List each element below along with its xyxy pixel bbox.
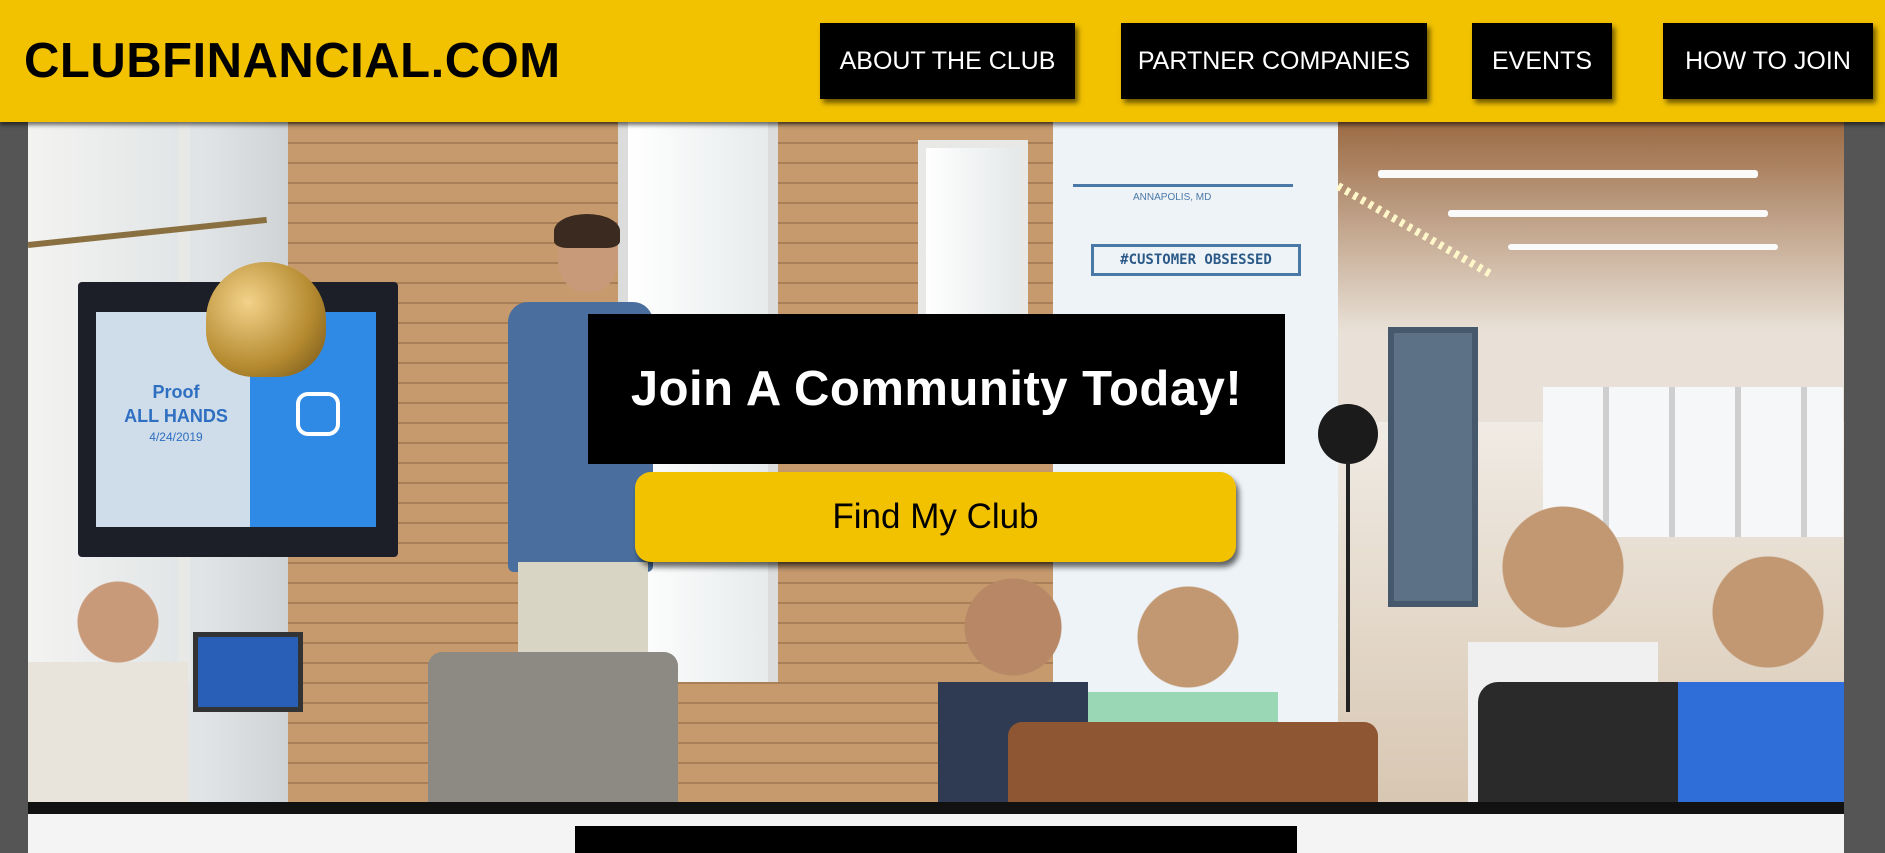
seated-person-left: [28, 562, 188, 802]
gold-lamp: [206, 262, 326, 377]
ceiling-light-3: [1508, 244, 1778, 250]
mural-caption: ANNAPOLIS, MD: [1133, 192, 1212, 203]
nav-how-to-join[interactable]: HOW TO JOIN: [1663, 23, 1873, 99]
hero-bottom-border: [28, 802, 1844, 814]
site-header: CLUBFINANCIAL.COM ABOUT THE CLUB PARTNER…: [0, 0, 1885, 122]
tv-slide-title: Proof: [152, 382, 200, 402]
leather-couch: [1008, 722, 1378, 802]
hero-headline: Join A Community Today!: [630, 362, 1243, 416]
find-my-club-button[interactable]: Find My Club: [635, 472, 1236, 562]
armchair: [428, 652, 678, 802]
tv-slide-subtitle: ALL HANDS: [124, 406, 228, 426]
ceiling-light-2: [1448, 210, 1768, 217]
proof-logo-icon: [296, 392, 340, 436]
mural-banner: #CUSTOMER OBSESSED: [1091, 244, 1301, 276]
nav-about-the-club[interactable]: ABOUT THE CLUB: [820, 23, 1075, 99]
nav-partner-companies[interactable]: PARTNER COMPANIES: [1121, 23, 1427, 99]
ceiling-light-1: [1378, 170, 1758, 178]
seated-person-right-2: [1678, 502, 1844, 802]
office-door: [1388, 327, 1478, 607]
tripod: [1346, 462, 1350, 712]
site-logo[interactable]: CLUBFINANCIAL.COM: [24, 34, 561, 88]
camera-light: [1318, 404, 1378, 464]
nav-events[interactable]: EVENTS: [1472, 23, 1612, 99]
mural-skyline: [1073, 142, 1293, 187]
tv-slide-date: 4/24/2019: [149, 430, 203, 444]
section-heading-box: [575, 826, 1297, 853]
office-chair: [1478, 682, 1708, 802]
laptop: [193, 632, 303, 712]
presenter-hair: [554, 214, 620, 248]
hero-headline-box: Join A Community Today!: [588, 314, 1285, 464]
